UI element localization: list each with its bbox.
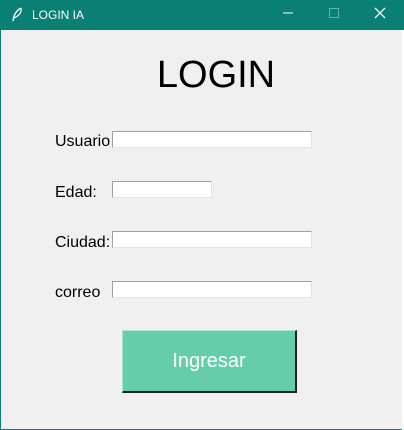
ciudad-label: Ciudad: xyxy=(55,234,111,251)
title-bar[interactable]: LOGIN IA xyxy=(1,0,404,30)
ingresar-button[interactable]: Ingresar xyxy=(122,330,297,393)
window-title: LOGIN IA xyxy=(32,8,85,22)
page-title: LOGIN xyxy=(156,54,276,96)
minimize-button[interactable] xyxy=(265,0,311,30)
app-window: LOGIN IA LOGIN Usuario Edad: Ciudad: cor… xyxy=(0,0,404,430)
correo-label: correo xyxy=(55,284,101,301)
close-button[interactable] xyxy=(357,0,403,30)
edad-label: Edad: xyxy=(55,184,97,201)
correo-field[interactable] xyxy=(112,281,312,298)
feather-icon xyxy=(11,7,23,23)
usuario-label: Usuario xyxy=(55,133,111,150)
close-icon xyxy=(374,6,386,24)
usuario-field[interactable] xyxy=(112,131,312,148)
minimize-icon xyxy=(282,6,294,24)
maximize-icon xyxy=(328,6,340,24)
edad-field[interactable] xyxy=(112,181,212,198)
ciudad-field[interactable] xyxy=(112,231,312,248)
maximize-button[interactable] xyxy=(311,0,357,30)
